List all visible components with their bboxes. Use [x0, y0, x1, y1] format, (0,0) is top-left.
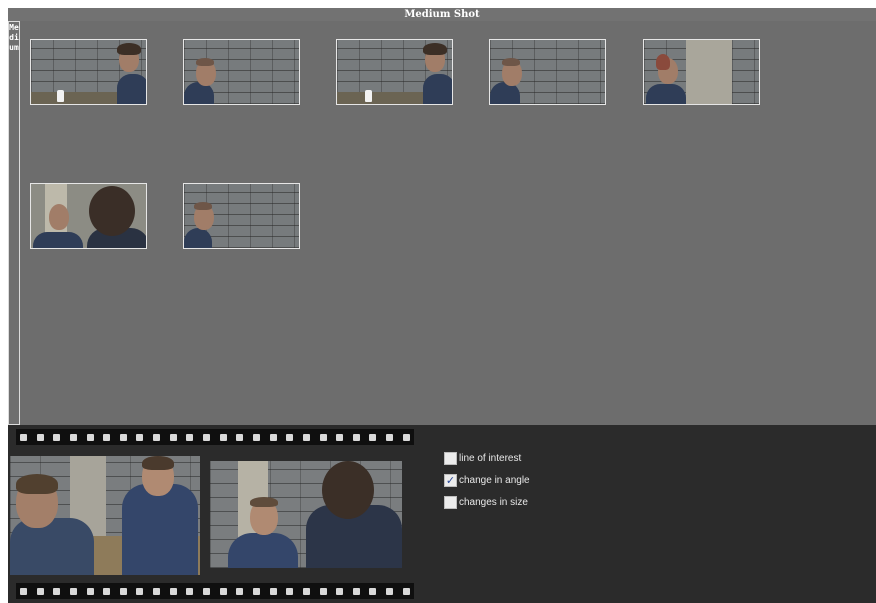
filmstrip-perforation-top: [16, 429, 414, 445]
film-perforation-hole: [103, 433, 111, 441]
film-perforation-hole: [153, 433, 161, 441]
film-perforation-hole: [69, 433, 77, 441]
film-perforation-hole: [119, 433, 127, 441]
film-perforation-hole: [186, 587, 194, 595]
film-perforation-hole: [336, 433, 344, 441]
film-perforation-hole: [386, 587, 394, 595]
shot-thumbnail-4[interactable]: [489, 39, 606, 105]
change-in-angle-checkbox[interactable]: ✓: [444, 473, 457, 487]
film-perforation-hole: [236, 433, 244, 441]
film-perforation-hole: [302, 433, 310, 441]
film-perforation-hole: [252, 433, 260, 441]
film-perforation-hole: [352, 587, 360, 595]
film-perforation-hole: [219, 587, 227, 595]
option-line-of-interest[interactable]: line of interest: [444, 447, 530, 469]
film-perforation-hole: [53, 433, 61, 441]
shot-thumbnail-5[interactable]: [643, 39, 760, 105]
option-label: line of interest: [459, 452, 522, 464]
film-perforation-hole: [136, 587, 144, 595]
film-perforation-hole: [136, 433, 144, 441]
side-label: Medium: [9, 23, 19, 52]
film-perforation-hole: [86, 587, 94, 595]
film-perforation-hole: [286, 433, 294, 441]
film-perforation-hole: [86, 433, 94, 441]
check-icon: ✓: [445, 473, 456, 487]
option-changes-in-size[interactable]: changes in size: [444, 491, 530, 513]
film-perforation-hole: [386, 433, 394, 441]
film-perforation-hole: [119, 587, 127, 595]
film-perforation-hole: [153, 587, 161, 595]
film-perforation-hole: [269, 587, 277, 595]
film-perforation-hole: [219, 433, 227, 441]
film-perforation-hole: [369, 587, 377, 595]
shot-thumbnail-2[interactable]: [183, 39, 300, 105]
shot-grid: [20, 21, 876, 425]
filmstrip-perforation-bottom: [16, 583, 414, 599]
film-perforation-hole: [20, 587, 27, 595]
film-perforation-hole: [252, 587, 260, 595]
film-perforation-hole: [352, 433, 360, 441]
film-perforation-hole: [302, 587, 310, 595]
film-perforation-hole: [319, 433, 327, 441]
changes-in-size-checkbox[interactable]: [444, 495, 457, 509]
film-perforation-hole: [169, 433, 177, 441]
options-group: line of interest ✓ change in angle chang…: [444, 447, 530, 513]
film-perforation-hole: [53, 587, 61, 595]
film-perforation-hole: [103, 587, 111, 595]
film-perforation-hole: [402, 587, 410, 595]
film-perforation-hole: [203, 587, 211, 595]
film-perforation-hole: [269, 433, 277, 441]
option-label: change in angle: [459, 474, 530, 486]
film-perforation-hole: [69, 587, 77, 595]
film-perforation-hole: [236, 587, 244, 595]
filmstrip-frame-2[interactable]: [210, 461, 402, 568]
film-perforation-hole: [319, 587, 327, 595]
shot-thumbnail-7[interactable]: [183, 183, 300, 249]
film-perforation-hole: [186, 433, 194, 441]
shot-thumbnail-3[interactable]: [336, 39, 453, 105]
film-perforation-hole: [402, 433, 410, 441]
film-perforation-hole: [336, 587, 344, 595]
film-perforation-hole: [36, 587, 44, 595]
film-perforation-hole: [36, 433, 44, 441]
app-window: Medium Shot Medium line of interest ✓ ch…: [0, 0, 876, 603]
film-perforation-hole: [169, 587, 177, 595]
option-label: changes in size: [459, 496, 528, 508]
preview-panel: line of interest ✓ change in angle chang…: [8, 425, 876, 603]
panel-title: Medium Shot: [8, 8, 876, 21]
shot-thumbnail-1[interactable]: [30, 39, 147, 105]
film-perforation-hole: [286, 587, 294, 595]
film-perforation-hole: [369, 433, 377, 441]
shot-thumbnail-6[interactable]: [30, 183, 147, 249]
line-of-interest-checkbox[interactable]: [444, 451, 457, 465]
film-perforation-hole: [203, 433, 211, 441]
side-strip: Medium: [8, 21, 20, 425]
filmstrip-frame-1[interactable]: [10, 456, 200, 575]
option-change-in-angle[interactable]: ✓ change in angle: [444, 469, 530, 491]
film-perforation-hole: [20, 433, 27, 441]
